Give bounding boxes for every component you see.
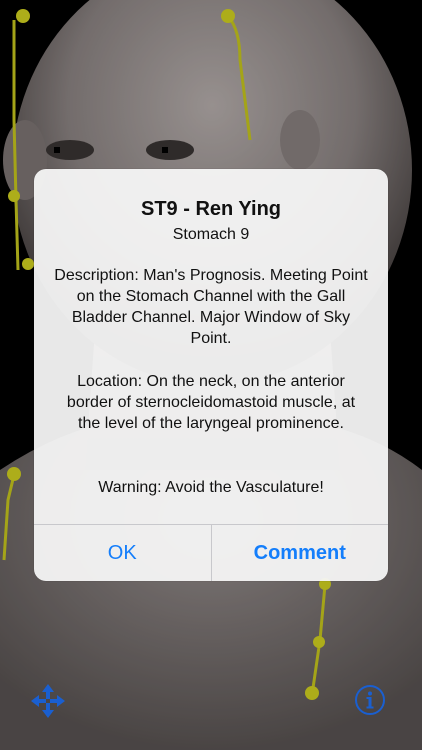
alert-content: ST9 - Ren Ying Stomach 9 Description: Ma…: [34, 169, 388, 524]
alert-button-row: OK Comment: [34, 524, 388, 581]
comment-button[interactable]: Comment: [210, 525, 389, 581]
info-icon[interactable]: [354, 684, 386, 716]
point-description: Description: Man's Prognosis. Meeting Po…: [54, 267, 368, 347]
point-warning: Warning: Avoid the Vasculature!: [98, 479, 324, 496]
ok-button[interactable]: OK: [34, 525, 211, 581]
screen: ST9 - Ren Ying Stomach 9 Description: Ma…: [0, 0, 422, 750]
point-location: Location: On the neck, on the anterior b…: [66, 373, 356, 432]
alert-subtitle: Stomach 9: [172, 226, 250, 243]
alert-title: ST9 - Ren Ying: [140, 198, 282, 220]
move-arrows-icon[interactable]: [30, 683, 66, 719]
point-info-alert: ST9 - Ren Ying Stomach 9 Description: Ma…: [34, 169, 388, 581]
